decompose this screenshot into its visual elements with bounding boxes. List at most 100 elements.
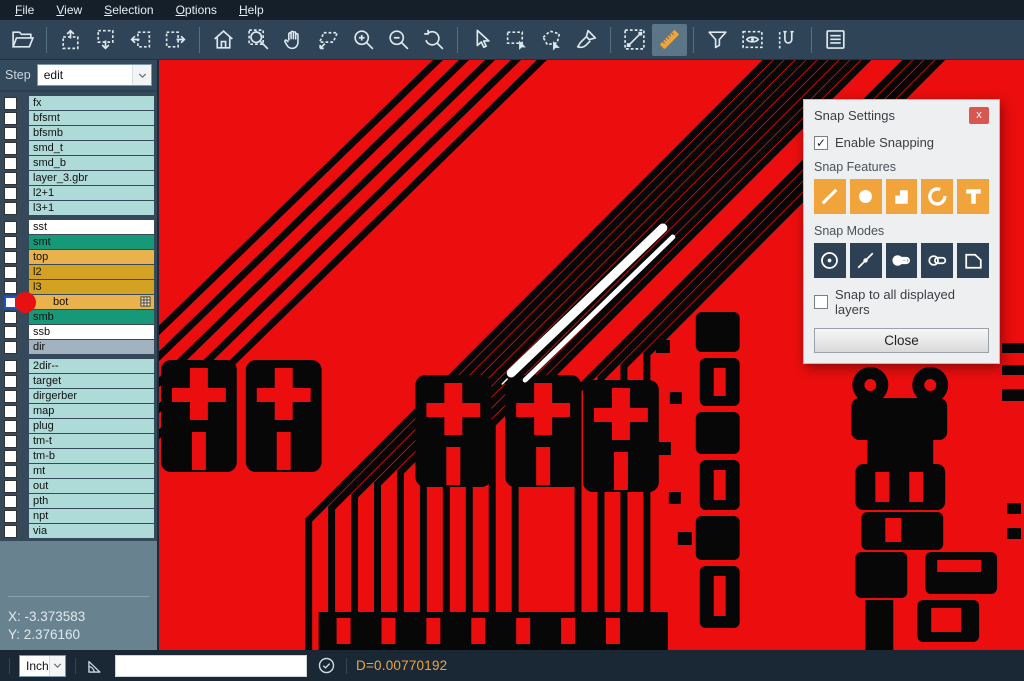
snap-feature-arc-icon[interactable] xyxy=(921,179,953,214)
layer-name[interactable]: 2dir-- xyxy=(29,359,154,373)
select-pointer-icon[interactable] xyxy=(464,24,499,56)
layer-row-target[interactable]: target xyxy=(0,374,157,388)
layer-visibility-checkbox[interactable] xyxy=(4,157,17,170)
snap-mode-slot-center-icon[interactable] xyxy=(886,243,918,278)
layer-row-smd_b[interactable]: smd_b xyxy=(0,156,157,170)
layer-visibility-checkbox[interactable] xyxy=(4,202,17,215)
layer-row-npt[interactable]: npt xyxy=(0,509,157,523)
layer-visibility-checkbox[interactable] xyxy=(4,510,17,523)
select-polygon-icon[interactable] xyxy=(534,24,569,56)
layer-name[interactable]: pth xyxy=(29,494,154,508)
angle-measure-icon[interactable] xyxy=(85,655,106,676)
layer-row-tm-t[interactable]: tm-t xyxy=(0,434,157,448)
move-window-icon[interactable] xyxy=(311,24,346,56)
zoom-in-icon[interactable] xyxy=(346,24,381,56)
layer-name[interactable]: target xyxy=(29,374,154,388)
layer-name[interactable]: out xyxy=(29,479,154,493)
layer-visibility-checkbox[interactable] xyxy=(4,97,17,110)
chevron-down-icon[interactable] xyxy=(132,65,151,85)
layer-row-ssb[interactable]: ssb xyxy=(0,325,157,339)
layer-name[interactable]: l3+1 xyxy=(29,201,154,215)
layer-name[interactable]: l3 xyxy=(29,280,154,294)
layer-name[interactable]: map xyxy=(29,404,154,418)
layer-visibility-checkbox[interactable] xyxy=(4,480,17,493)
layer-visibility-checkbox[interactable] xyxy=(4,341,17,354)
layer-visibility-checkbox[interactable] xyxy=(4,390,17,403)
display-options-icon[interactable] xyxy=(735,24,770,56)
snap-mode-slot-outline-icon[interactable] xyxy=(921,243,953,278)
layer-row-2dir--[interactable]: 2dir-- xyxy=(0,359,157,373)
units-dropdown[interactable]: Inch xyxy=(19,655,66,677)
layer-row-top[interactable]: top xyxy=(0,250,157,264)
layer-visibility-checkbox[interactable] xyxy=(4,251,17,264)
layer-name[interactable]: bfsmb xyxy=(29,126,154,140)
layer-row-plug[interactable]: plug xyxy=(0,419,157,433)
layer-row-fx[interactable]: fx xyxy=(0,96,157,110)
layer-row-smt[interactable]: smt xyxy=(0,235,157,249)
layer-name[interactable]: top xyxy=(29,250,154,264)
layer-name[interactable]: layer_3.gbr xyxy=(29,171,154,185)
layer-name[interactable]: smd_t xyxy=(29,141,154,155)
layer-visibility-checkbox[interactable] xyxy=(4,450,17,463)
menu-options[interactable]: Options xyxy=(165,1,228,20)
scroll-down-icon[interactable] xyxy=(88,24,123,56)
snap-feature-pad-icon[interactable] xyxy=(886,179,918,214)
layer-row-dir[interactable]: dir xyxy=(0,340,157,354)
chevron-down-icon[interactable] xyxy=(49,656,65,676)
layer-name[interactable]: tm-b xyxy=(29,449,154,463)
layer-name[interactable]: fx xyxy=(29,96,154,110)
apply-icon[interactable] xyxy=(316,655,337,676)
menu-file[interactable]: File xyxy=(4,1,45,20)
snap-mode-center-icon[interactable] xyxy=(814,243,846,278)
menu-help[interactable]: Help xyxy=(228,1,275,20)
layer-row-smd_t[interactable]: smd_t xyxy=(0,141,157,155)
layer-visibility-checkbox[interactable] xyxy=(4,375,17,388)
layer-row-out[interactable]: out xyxy=(0,479,157,493)
menu-view[interactable]: View xyxy=(45,1,93,20)
scroll-left-icon[interactable] xyxy=(123,24,158,56)
layer-name[interactable]: ssb xyxy=(29,325,154,339)
enable-snapping-checkbox[interactable]: ✓ xyxy=(814,136,828,150)
layer-row-mt[interactable]: mt xyxy=(0,464,157,478)
layer-visibility-checkbox[interactable] xyxy=(4,525,17,538)
snap-mode-midpoint-icon[interactable] xyxy=(850,243,882,278)
zoom-previous-icon[interactable] xyxy=(416,24,451,56)
layer-visibility-checkbox[interactable] xyxy=(4,266,17,279)
layer-visibility-checkbox[interactable] xyxy=(4,326,17,339)
snap-mode-board-outline-icon[interactable] xyxy=(957,243,989,278)
layer-name[interactable]: tm-t xyxy=(29,434,154,448)
close-button[interactable]: Close xyxy=(814,328,989,353)
layer-row-bot[interactable]: bot xyxy=(0,295,157,309)
measure-line-icon[interactable] xyxy=(617,24,652,56)
layer-name[interactable]: bfsmt xyxy=(29,111,154,125)
layer-name[interactable]: smt xyxy=(29,235,154,249)
snap-feature-circle-icon[interactable] xyxy=(850,179,882,214)
layer-visibility-checkbox[interactable] xyxy=(4,187,17,200)
open-file-icon[interactable] xyxy=(5,24,40,56)
dialog-close-icon[interactable]: x xyxy=(969,107,989,124)
filter-icon[interactable] xyxy=(700,24,735,56)
layer-visibility-checkbox[interactable] xyxy=(4,112,17,125)
measure-ruler-icon[interactable] xyxy=(652,24,687,56)
scroll-right-icon[interactable] xyxy=(158,24,193,56)
step-dropdown[interactable]: edit xyxy=(37,64,152,86)
layer-row-bfsmb[interactable]: bfsmb xyxy=(0,126,157,140)
layer-name[interactable]: sst xyxy=(29,220,154,234)
layer-visibility-checkbox[interactable] xyxy=(4,405,17,418)
select-rectangle-icon[interactable] xyxy=(499,24,534,56)
layer-row-pth[interactable]: pth xyxy=(0,494,157,508)
layer-visibility-checkbox[interactable] xyxy=(4,435,17,448)
layer-row-map[interactable]: map xyxy=(0,404,157,418)
layer-visibility-checkbox[interactable] xyxy=(4,495,17,508)
zoom-window-icon[interactable] xyxy=(241,24,276,56)
layer-row-tm-b[interactable]: tm-b xyxy=(0,449,157,463)
layer-visibility-checkbox[interactable] xyxy=(4,172,17,185)
layer-name[interactable]: npt xyxy=(29,509,154,523)
layer-row-via[interactable]: via xyxy=(0,524,157,538)
snap-feature-line-icon[interactable] xyxy=(814,179,846,214)
home-view-icon[interactable] xyxy=(206,24,241,56)
layer-name[interactable]: dirgerber xyxy=(29,389,154,403)
layer-name[interactable]: dir xyxy=(29,340,154,354)
layer-name[interactable]: smd_b xyxy=(29,156,154,170)
scroll-up-icon[interactable] xyxy=(53,24,88,56)
